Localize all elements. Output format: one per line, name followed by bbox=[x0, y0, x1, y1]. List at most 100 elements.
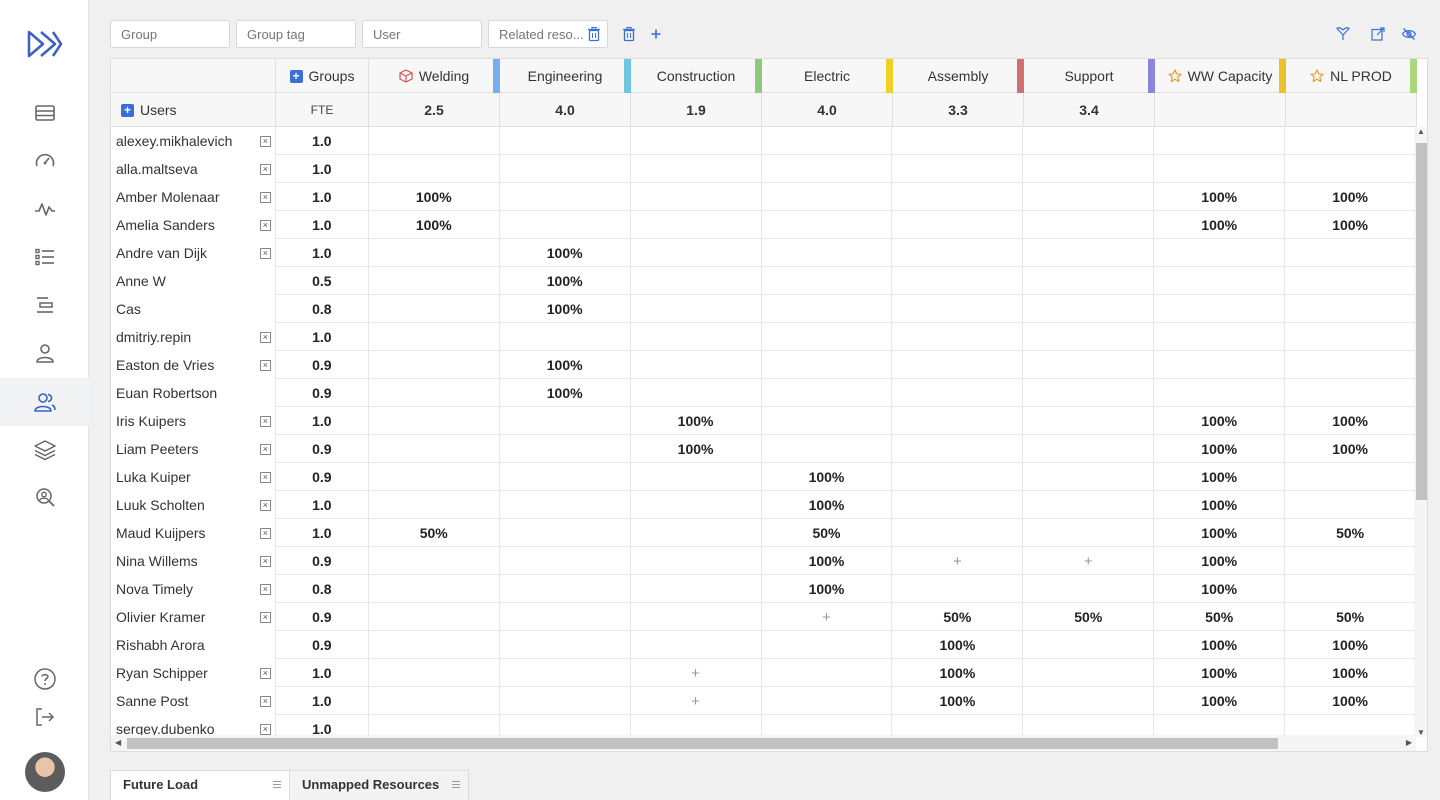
user-name-cell[interactable]: Iris Kuipers × bbox=[111, 407, 276, 435]
allocation-cell[interactable]: 100% bbox=[1285, 631, 1416, 659]
trash-icon[interactable] bbox=[584, 24, 604, 44]
allocation-cell[interactable] bbox=[369, 659, 500, 687]
user-name-cell[interactable]: Sanne Post × bbox=[111, 687, 276, 715]
remove-user-icon[interactable]: × bbox=[259, 471, 271, 483]
allocation-cell[interactable] bbox=[631, 463, 762, 491]
allocation-cell[interactable] bbox=[1023, 267, 1155, 295]
allocation-cell[interactable] bbox=[892, 463, 1024, 491]
star-icon[interactable] bbox=[1310, 69, 1324, 83]
allocation-cell[interactable] bbox=[1023, 631, 1155, 659]
allocation-cell[interactable] bbox=[762, 687, 893, 715]
allocation-cell[interactable] bbox=[892, 267, 1024, 295]
allocation-cell[interactable] bbox=[500, 211, 631, 239]
users-icon[interactable] bbox=[0, 378, 89, 426]
add-allocation-cell[interactable]: + bbox=[762, 603, 893, 631]
allocation-cell[interactable] bbox=[762, 351, 893, 379]
allocation-cell[interactable]: 100% bbox=[500, 295, 631, 323]
allocation-cell[interactable] bbox=[631, 491, 762, 519]
user-fte-cell[interactable]: 0.9 bbox=[276, 547, 369, 575]
user-fte-cell[interactable]: 1.0 bbox=[276, 127, 369, 155]
allocation-cell[interactable]: 100% bbox=[1154, 547, 1286, 575]
allocation-cell[interactable]: 100% bbox=[762, 491, 893, 519]
user-fte-cell[interactable]: 1.0 bbox=[276, 323, 369, 351]
star-icon[interactable] bbox=[1168, 69, 1182, 83]
user-fte-cell[interactable]: 0.9 bbox=[276, 435, 369, 463]
user-name-cell[interactable]: Nina Willems × bbox=[111, 547, 276, 575]
allocation-cell[interactable] bbox=[1023, 127, 1155, 155]
allocation-cell[interactable] bbox=[892, 491, 1024, 519]
allocation-cell[interactable] bbox=[500, 659, 631, 687]
allocation-cell[interactable]: 100% bbox=[1285, 407, 1416, 435]
remove-user-icon[interactable]: × bbox=[259, 555, 271, 567]
user-fte-cell[interactable]: 0.9 bbox=[276, 351, 369, 379]
allocation-cell[interactable] bbox=[892, 183, 1024, 211]
allocation-cell[interactable] bbox=[631, 267, 762, 295]
allocation-cell[interactable]: 100% bbox=[1154, 435, 1286, 463]
allocation-cell[interactable] bbox=[631, 575, 762, 603]
scroll-right-icon[interactable]: ▶ bbox=[1406, 738, 1412, 747]
allocation-cell[interactable] bbox=[369, 155, 500, 183]
allocation-cell[interactable] bbox=[1285, 547, 1416, 575]
allocation-cell[interactable] bbox=[500, 631, 631, 659]
allocation-cell[interactable] bbox=[631, 211, 762, 239]
horizontal-scrollbar[interactable]: ◀ ▶ bbox=[111, 735, 1416, 751]
user-fte-cell[interactable]: 0.9 bbox=[276, 631, 369, 659]
allocation-cell[interactable] bbox=[1023, 239, 1155, 267]
remove-user-icon[interactable]: × bbox=[259, 415, 271, 427]
allocation-cell[interactable] bbox=[369, 547, 500, 575]
allocation-cell[interactable] bbox=[1285, 127, 1416, 155]
allocation-cell[interactable] bbox=[1023, 407, 1155, 435]
group-column-header[interactable]: Electric bbox=[762, 59, 893, 93]
allocation-cell[interactable]: 100% bbox=[762, 575, 893, 603]
group-column-header[interactable]: WW Capacity bbox=[1155, 59, 1286, 93]
horizontal-scroll-thumb[interactable] bbox=[127, 738, 1278, 749]
add-allocation-cell[interactable]: + bbox=[631, 687, 762, 715]
allocation-cell[interactable] bbox=[892, 435, 1024, 463]
user-name-cell[interactable]: Anne W bbox=[111, 267, 276, 295]
allocation-cell[interactable] bbox=[892, 211, 1024, 239]
allocation-cell[interactable] bbox=[762, 407, 893, 435]
remove-user-icon[interactable]: × bbox=[259, 723, 271, 735]
allocation-cell[interactable] bbox=[631, 351, 762, 379]
allocation-cell[interactable] bbox=[762, 379, 893, 407]
allocation-cell[interactable] bbox=[500, 687, 631, 715]
add-user-icon[interactable]: + bbox=[121, 103, 134, 117]
menu-icon[interactable] bbox=[273, 781, 281, 788]
allocation-cell[interactable] bbox=[1023, 491, 1155, 519]
allocation-cell[interactable]: 50% bbox=[1023, 603, 1155, 631]
allocation-cell[interactable] bbox=[500, 519, 631, 547]
allocation-cell[interactable] bbox=[369, 463, 500, 491]
allocation-cell[interactable] bbox=[1154, 351, 1286, 379]
user-fte-cell[interactable]: 1.0 bbox=[276, 239, 369, 267]
user-icon[interactable] bbox=[0, 329, 89, 377]
group-column-header[interactable]: Engineering bbox=[500, 59, 631, 93]
user-name-cell[interactable]: Olivier Kramer × bbox=[111, 603, 276, 631]
layers-icon[interactable] bbox=[0, 426, 89, 474]
gantt-icon[interactable] bbox=[0, 281, 89, 329]
allocation-cell[interactable] bbox=[1154, 715, 1286, 737]
allocation-cell[interactable]: 100% bbox=[1154, 575, 1286, 603]
vertical-scrollbar[interactable]: ▲ ▼ bbox=[1414, 127, 1427, 737]
allocation-cell[interactable] bbox=[892, 239, 1024, 267]
activity-icon[interactable] bbox=[0, 185, 89, 233]
group-column-header[interactable]: Construction bbox=[631, 59, 762, 93]
allocation-cell[interactable] bbox=[1285, 491, 1416, 519]
scroll-down-icon[interactable]: ▼ bbox=[1417, 728, 1425, 737]
remove-user-icon[interactable]: × bbox=[259, 331, 271, 343]
allocation-cell[interactable]: 100% bbox=[1285, 211, 1416, 239]
user-name-cell[interactable]: alexey.mikhalevich × bbox=[111, 127, 276, 155]
allocation-cell[interactable] bbox=[500, 407, 631, 435]
user-fte-cell[interactable]: 1.0 bbox=[276, 155, 369, 183]
user-name-cell[interactable]: dmitriy.repin × bbox=[111, 323, 276, 351]
allocation-cell[interactable] bbox=[1023, 295, 1155, 323]
remove-user-icon[interactable]: × bbox=[259, 163, 271, 175]
user-name-cell[interactable]: Easton de Vries × bbox=[111, 351, 276, 379]
user-name-cell[interactable]: Euan Robertson bbox=[111, 379, 276, 407]
group-tag-filter-input[interactable] bbox=[236, 20, 356, 48]
add-group-icon[interactable]: + bbox=[289, 69, 303, 83]
user-name-cell[interactable]: alla.maltseva × bbox=[111, 155, 276, 183]
allocation-cell[interactable] bbox=[1285, 575, 1416, 603]
user-fte-cell[interactable]: 1.0 bbox=[276, 715, 369, 737]
allocation-cell[interactable] bbox=[1285, 463, 1416, 491]
allocation-cell[interactable] bbox=[631, 603, 762, 631]
